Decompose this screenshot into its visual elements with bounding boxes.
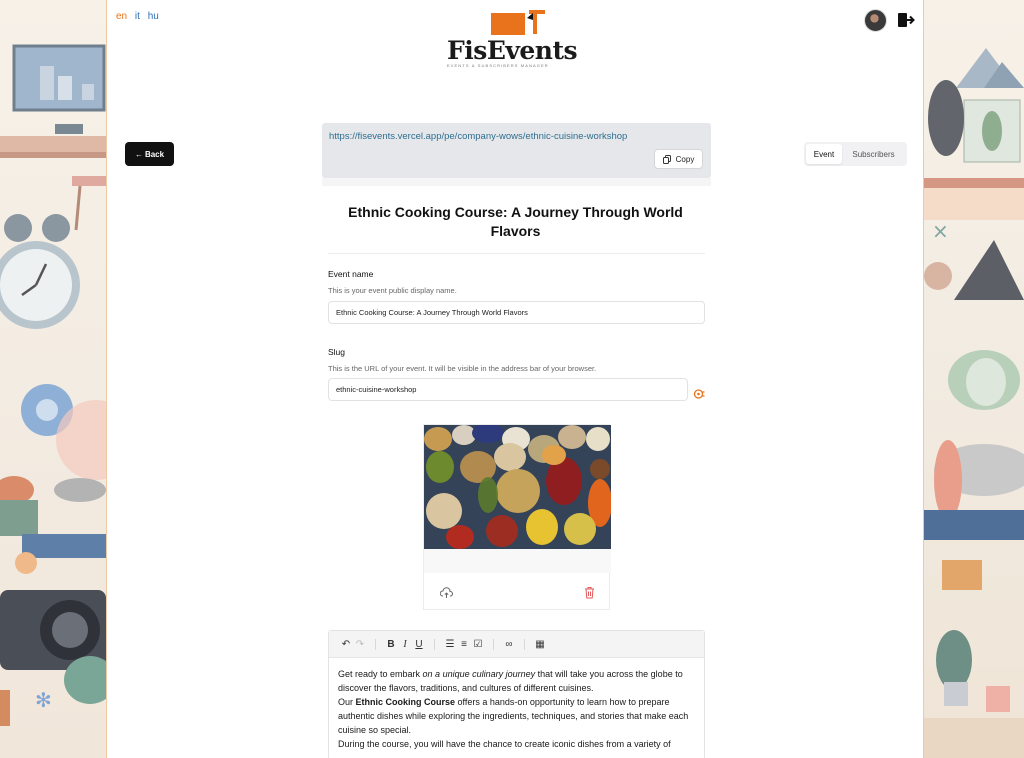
p2-strong: Ethnic Cooking Course <box>355 697 456 707</box>
right-decorative-background: × <box>924 0 1024 758</box>
event-image-card <box>423 424 611 610</box>
language-en[interactable]: en <box>116 11 127 22</box>
brand-tagline: EVENTS & SUBSCRIBERS MANAGER <box>447 63 549 68</box>
slug-description: This is the URL of your event. It will b… <box>328 364 597 373</box>
user-avatar[interactable] <box>864 9 887 32</box>
toolbar-divider <box>434 638 435 650</box>
toolbar-divider <box>524 638 525 650</box>
url-box-separator <box>322 178 711 186</box>
underline-icon[interactable]: U <box>412 639 426 650</box>
copy-icon <box>662 154 671 164</box>
p1-text-a: Get ready to embark <box>338 669 423 679</box>
logout-icon[interactable] <box>897 12 915 28</box>
image-gap <box>424 549 611 573</box>
redo-icon[interactable]: ↷ <box>353 639 367 650</box>
event-name-description: This is your event public display name. <box>328 286 457 295</box>
slug-label: Slug <box>328 347 346 357</box>
language-hu[interactable]: hu <box>148 11 159 22</box>
checklist-icon[interactable]: ☑ <box>471 639 485 650</box>
upload-image-icon[interactable] <box>440 587 453 599</box>
event-name-label: Event name <box>328 269 374 279</box>
back-button-label: Back <box>144 149 165 159</box>
table-icon[interactable]: ▦ <box>533 639 547 650</box>
delete-image-icon[interactable] <box>584 586 595 599</box>
language-it[interactable]: it <box>135 11 140 22</box>
undo-icon[interactable]: ↶ <box>339 639 353 650</box>
slug-input[interactable] <box>328 378 688 401</box>
brand-logo[interactable]: FisEvents EVENTS & SUBSCRIBERS MANAGER <box>447 10 587 68</box>
page-title: Ethnic Cooking Course: A Journey Through… <box>348 204 683 239</box>
copy-button[interactable]: Copy <box>654 149 703 169</box>
view-tabs: Event Subscribers <box>804 142 907 166</box>
main-panel: en it hu FisEvents EVENTS & SUBSCRIBERS … <box>106 0 924 758</box>
language-switcher: en it hu <box>116 11 164 22</box>
numbered-list-icon[interactable]: ≡ <box>457 639 471 650</box>
event-url-box: https://fisevents.vercel.app/pe/company-… <box>322 123 711 178</box>
link-icon[interactable]: ∞ <box>502 639 516 650</box>
paragraph-3: During the course, you will have the cha… <box>338 739 671 749</box>
svg-text:×: × <box>932 219 949 243</box>
regenerate-slug-icon[interactable] <box>693 388 705 400</box>
brand-name: FisEvents <box>447 36 578 65</box>
event-url[interactable]: https://fisevents.vercel.app/pe/company-… <box>329 131 627 142</box>
tab-event[interactable]: Event <box>806 144 842 164</box>
arrow-left-icon: ← <box>134 149 143 159</box>
italic-icon[interactable]: I <box>398 639 412 650</box>
bullet-list-icon[interactable]: ☰ <box>443 639 457 650</box>
logo-mark-icon <box>491 10 545 35</box>
event-name-input[interactable] <box>328 301 705 324</box>
editor-content[interactable]: Get ready to embark on a unique culinary… <box>329 658 704 751</box>
copy-button-label: Copy <box>675 154 695 164</box>
p2-text-a: Our <box>338 697 356 707</box>
back-button[interactable]: ← Back <box>125 142 174 166</box>
toolbar-divider <box>375 638 376 650</box>
title-divider <box>328 253 705 254</box>
editor-toolbar: ↶ ↷ B I U ☰ ≡ ☑ ∞ ▦ <box>329 631 704 658</box>
tab-subscribers[interactable]: Subscribers <box>842 144 905 164</box>
paragraph-2: Our Ethnic Cooking Course offers a hands… <box>338 695 695 737</box>
svg-text:✻: ✻ <box>35 688 52 712</box>
toolbar-divider <box>493 638 494 650</box>
event-cover-image <box>424 425 611 549</box>
paragraph-1: Get ready to embark on a unique culinary… <box>338 667 695 695</box>
description-editor[interactable]: ↶ ↷ B I U ☰ ≡ ☑ ∞ ▦ Get ready to embark … <box>328 630 705 758</box>
p1-emphasis: on a unique culinary journey <box>422 669 536 679</box>
bold-icon[interactable]: B <box>384 639 398 650</box>
left-decorative-background: ✻ <box>0 0 106 758</box>
